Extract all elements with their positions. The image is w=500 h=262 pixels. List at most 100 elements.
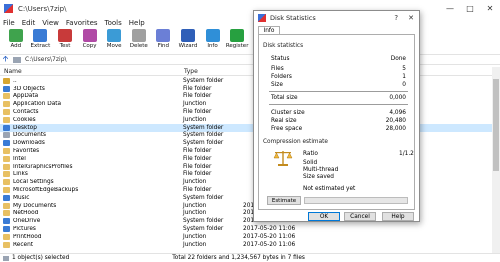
folder-icon — [3, 140, 10, 147]
toolbar-button-delete[interactable]: Delete — [127, 28, 151, 52]
item-type: File folder — [183, 85, 212, 92]
app-icon — [4, 4, 13, 13]
minimize-icon[interactable]: — — [440, 4, 460, 13]
item-name: PrintHood — [13, 233, 42, 240]
toolbar: Add Extract Test Copy Move Delete Find Wizard In… — [0, 28, 250, 52]
toolbar-button-move[interactable]: Move — [102, 28, 126, 52]
move-icon — [107, 29, 122, 42]
dialog-app-icon — [258, 14, 266, 22]
toolbar-button-extract[interactable]: Extract — [29, 28, 53, 52]
list-item[interactable]: Recent Junction 2017-05-20 11:06 — [0, 241, 492, 249]
toolbar-button-test[interactable]: Test — [53, 28, 77, 52]
close-icon[interactable]: ✕ — [408, 14, 414, 22]
item-date: 2017-05-20 11:06 — [243, 241, 296, 248]
folder-icon — [3, 241, 10, 248]
total-row: Total size 0,000 — [271, 95, 406, 101]
toolbar-button-label: Copy — [82, 43, 97, 49]
size-label: Free space — [271, 126, 303, 132]
estimate-line: Solid — [303, 160, 318, 166]
item-name: Favorites — [13, 148, 40, 155]
column-type[interactable]: Type — [184, 68, 244, 75]
stat-label: Size — [271, 82, 283, 88]
address-path[interactable]: C:\Users\7zip\ — [25, 56, 67, 63]
folder-icon — [3, 116, 10, 123]
toolbar-button-find[interactable]: Find — [152, 28, 176, 52]
folder-icon — [3, 109, 10, 116]
status-icon — [3, 255, 9, 261]
list-item[interactable]: Pictures System folder 2017-05-20 11:06 — [0, 225, 492, 233]
vertical-scrollbar[interactable] — [492, 67, 500, 253]
menu-edit[interactable]: Edit — [22, 19, 36, 27]
delete-icon — [131, 29, 146, 42]
scrollbar-thumb[interactable] — [493, 79, 499, 171]
item-type: Junction — [183, 210, 207, 217]
menu-favorites[interactable]: Favorites — [66, 19, 98, 27]
dialog-title: Disk Statistics — [270, 14, 316, 22]
stat-value: 1 — [402, 74, 406, 80]
maximize-icon[interactable]: □ — [460, 4, 480, 13]
dialog-panel: Disk statistics Status Done Files 5 Folder… — [258, 34, 415, 210]
size-value: 20,480 — [385, 118, 406, 124]
item-type: File folder — [183, 148, 212, 155]
folder-icon — [3, 218, 10, 225]
size-label: Real size — [271, 118, 297, 124]
info-icon — [205, 29, 220, 42]
total-label: Total size — [271, 95, 298, 101]
item-name: Local Settings — [13, 179, 54, 186]
drive-icon — [13, 56, 21, 63]
item-name: Desktop — [13, 124, 37, 131]
menu-tools[interactable]: Tools — [105, 19, 122, 27]
toolbar-button-copy[interactable]: Copy — [78, 28, 102, 52]
estimate-line: Multi-thread — [303, 167, 339, 173]
item-name: IntelGraphicsProfiles — [13, 163, 73, 170]
folder-icon — [3, 101, 10, 108]
item-name: Links — [13, 171, 28, 178]
divider — [269, 104, 408, 105]
item-type: File folder — [183, 187, 212, 194]
folder-icon — [3, 233, 10, 240]
toolbar-button-label: Info — [207, 43, 218, 49]
toolbar-button-wizard[interactable]: Wizard — [176, 28, 200, 52]
folder-icon — [3, 210, 10, 217]
estimate-line: Size saved — [303, 174, 334, 180]
menu-file[interactable]: File — [3, 19, 15, 27]
item-name: Music — [13, 194, 30, 201]
stat-row: Size 0 — [271, 82, 406, 88]
disk-statistics-dialog: Disk Statistics ? ✕ Info Disk statistics… — [253, 10, 420, 222]
ok-button[interactable]: OK — [308, 212, 340, 221]
help-icon[interactable]: ? — [394, 14, 398, 22]
size-value: 28,000 — [385, 126, 406, 132]
toolbar-button-info[interactable]: Info — [201, 28, 225, 52]
cancel-button[interactable]: Cancel — [344, 212, 376, 221]
column-name[interactable]: Name — [4, 68, 184, 75]
status-right: Total 22 folders and 1,234,567 bytes in … — [172, 255, 305, 261]
size-value: 4,096 — [389, 110, 406, 116]
menu-help[interactable]: Help — [129, 19, 145, 27]
list-item[interactable]: PrintHood Junction 2017-05-20 11:06 — [0, 233, 492, 241]
folder-icon — [3, 124, 10, 131]
item-name: Contacts — [13, 109, 39, 116]
estimate-progress — [304, 197, 408, 204]
status-bar: 1 object(s) selected Total 22 folders an… — [0, 253, 500, 262]
stat-label: Status — [271, 56, 290, 62]
toolbar-button-register[interactable]: Register — [225, 28, 249, 52]
folder-icon — [3, 132, 10, 139]
estimate-button[interactable]: Estimate — [267, 196, 301, 205]
item-type: System folder — [183, 124, 224, 131]
item-type: System folder — [183, 132, 224, 139]
ratio-value: 1/1.2 — [399, 151, 414, 157]
dialog-buttons: OK Cancel Help — [254, 211, 421, 222]
up-arrow-icon[interactable]: 🡩 — [0, 53, 11, 67]
help-button[interactable]: Help — [382, 212, 414, 221]
add-icon — [8, 29, 23, 42]
folder-icon — [3, 202, 10, 209]
item-name: .. — [13, 77, 17, 84]
close-icon[interactable]: ✕ — [480, 4, 500, 13]
toolbar-button-add[interactable]: Add — [4, 28, 28, 52]
menu-view[interactable]: View — [42, 19, 59, 27]
register-icon — [230, 29, 245, 42]
folder-icon — [3, 155, 10, 162]
ratio-label: Ratio — [303, 151, 318, 157]
item-name: Intel — [13, 155, 26, 162]
status-left: 1 object(s) selected — [12, 255, 70, 261]
